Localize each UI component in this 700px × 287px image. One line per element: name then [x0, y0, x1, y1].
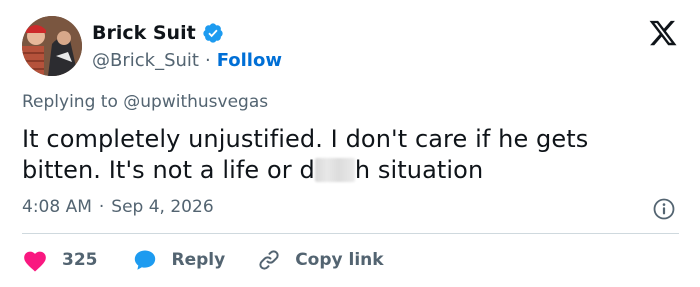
tweet-card: Brick Suit @Brick_Suit · Follow Replying…: [0, 0, 700, 287]
tweet-text-line-1: It completely unjustified. I don't care …: [22, 125, 589, 153]
author-display-name[interactable]: Brick Suit: [92, 22, 196, 44]
timestamp-separator: ·: [98, 197, 105, 217]
avatar-image: [22, 16, 82, 76]
info-icon[interactable]: [652, 197, 676, 221]
follow-button[interactable]: Follow: [217, 50, 282, 71]
handle-separator: ·: [204, 49, 211, 71]
heart-icon: [24, 251, 46, 272]
verified-badge-icon: [203, 23, 223, 43]
censor-blur: [314, 158, 355, 182]
x-logo-icon[interactable]: [648, 18, 678, 48]
reply-button[interactable]: Reply: [132, 248, 226, 272]
replying-to-mention[interactable]: @upwithusvegas: [123, 92, 268, 112]
tweet-text: It completely unjustified. I don't care …: [22, 124, 682, 186]
copy-link-button[interactable]: Copy link: [257, 248, 384, 272]
replying-to-label: Replying to: [22, 92, 118, 112]
timestamp-row: 4:08 AM · Sep 4, 2026: [22, 197, 214, 217]
tweet-text-line-2-end: h situation: [354, 156, 484, 184]
replying-to-line: Replying to @upwithusvegas: [22, 92, 268, 112]
like-count: 325: [62, 250, 98, 270]
reply-label: Reply: [171, 250, 226, 270]
author-handle[interactable]: @Brick_Suit: [92, 50, 199, 71]
tweet-actions: 325 Reply Copy link: [22, 246, 384, 274]
tweet-text-line-2-start: bitten. It's not a life or d: [22, 156, 315, 184]
copy-link-label: Copy link: [295, 250, 384, 270]
actions-divider: [22, 233, 679, 234]
link-icon: [259, 250, 279, 270]
author-handle-row: @Brick_Suit · Follow: [92, 47, 282, 73]
avatar[interactable]: [22, 16, 82, 76]
tweet-text-line-2: bitten. It's not a life or d h situation: [22, 155, 682, 186]
reply-bubble-icon: [134, 250, 155, 270]
author-name-row: Brick Suit: [92, 20, 224, 46]
tweet-time[interactable]: 4:08 AM: [22, 197, 92, 217]
like-button[interactable]: 325: [22, 248, 98, 272]
tweet-date[interactable]: Sep 4, 2026: [111, 197, 213, 217]
